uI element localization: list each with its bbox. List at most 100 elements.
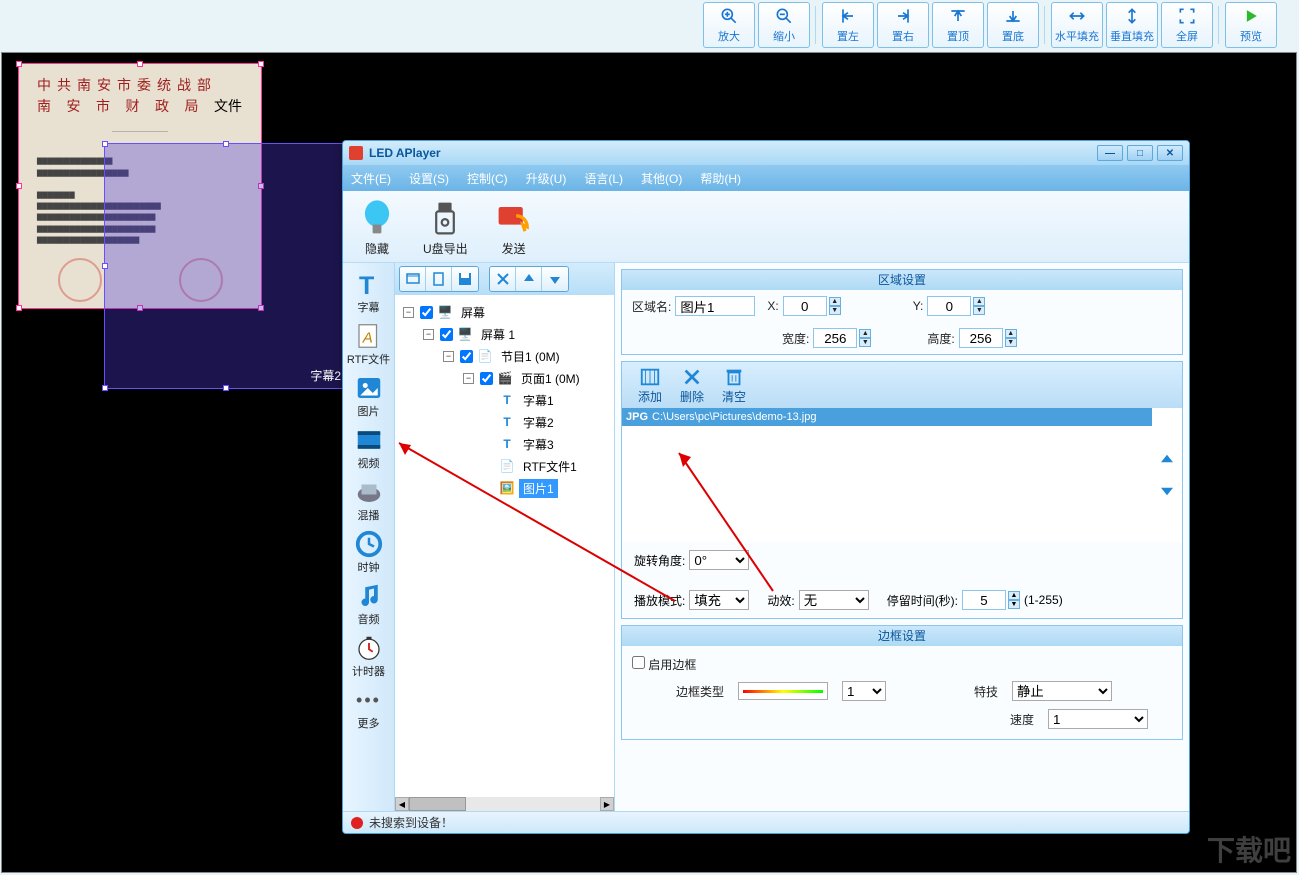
palette-audio[interactable]: 音频 (354, 581, 384, 627)
align-top-button[interactable]: 置顶 (932, 2, 984, 48)
zoom-in-button[interactable]: 放大 (703, 2, 755, 48)
border-type-select[interactable]: 1 (842, 681, 886, 701)
close-button[interactable]: ✕ (1157, 145, 1183, 161)
music-icon (354, 581, 384, 611)
tree-view[interactable]: −🖥️屏幕 −🖥️屏幕 1 −📄节目1 (0M) −🎬页面1 (0M) T字幕1… (395, 295, 614, 797)
svg-text:A: A (361, 329, 372, 346)
menu-language[interactable]: 语言(L) (584, 170, 623, 187)
app-window: LED APlayer — □ ✕ 文件(E) 设置(S) 控制(C) 升级(U… (342, 140, 1190, 834)
fill-horizontal-button[interactable]: 水平填充 (1051, 2, 1103, 48)
align-right-button[interactable]: 置右 (877, 2, 929, 48)
palette-mix[interactable]: 混播 (354, 477, 384, 523)
border-trick-select[interactable]: 静止 (1012, 681, 1112, 701)
mix-icon (354, 477, 384, 507)
subtitle2-label: 字幕2 (310, 367, 341, 384)
x-input[interactable] (783, 296, 827, 316)
x-icon (495, 271, 511, 287)
tree-move-up-button[interactable] (516, 267, 542, 291)
clock-icon (354, 529, 384, 559)
usb-icon (423, 196, 467, 240)
send-button[interactable]: 发送 (492, 196, 536, 257)
palette-image[interactable]: 图片 (354, 373, 384, 419)
tree-save-button[interactable] (452, 267, 478, 291)
border-speed-select[interactable]: 1 (1048, 709, 1148, 729)
fill-h-icon (1067, 6, 1087, 26)
main-toolbar: 隐藏 U盘导出 发送 (343, 191, 1189, 263)
palette-timer[interactable]: 计时器 (352, 633, 385, 679)
tree-delete-button[interactable] (490, 267, 516, 291)
toolbar-divider (815, 6, 817, 44)
mode-select[interactable]: 填充 (689, 590, 749, 610)
align-bottom-icon (1003, 6, 1023, 26)
watermark: 下载吧 (1207, 829, 1291, 869)
delete-icon (681, 366, 703, 388)
palette-subtitle[interactable]: T字幕 (354, 269, 384, 315)
save-icon (457, 271, 473, 287)
dwell-input[interactable] (962, 590, 1006, 610)
enable-border-check[interactable] (632, 656, 645, 669)
tree-check[interactable] (460, 350, 473, 363)
tree-hscroll[interactable]: ◀▶ (395, 797, 614, 811)
align-right-icon (893, 6, 913, 26)
rotate-select[interactable]: 0° (689, 550, 749, 570)
menu-other[interactable]: 其他(O) (641, 170, 682, 187)
add-icon (639, 366, 661, 388)
rtf-icon: A (354, 321, 384, 351)
preview-button[interactable]: 预览 (1225, 2, 1277, 48)
menu-file[interactable]: 文件(E) (351, 170, 391, 187)
menu-settings[interactable]: 设置(S) (409, 170, 449, 187)
statusbar: 未搜索到设备！ (343, 811, 1189, 833)
border-preview (738, 682, 828, 700)
palette-clock[interactable]: 时钟 (354, 529, 384, 575)
tree-check[interactable] (480, 372, 493, 385)
palette-more[interactable]: •••更多 (354, 685, 384, 731)
menubar: 文件(E) 设置(S) 控制(C) 升级(U) 语言(L) 其他(O) 帮助(H… (343, 165, 1189, 191)
bulb-icon (355, 196, 399, 240)
timer-icon (354, 633, 384, 663)
usb-export-button[interactable]: U盘导出 (423, 196, 468, 257)
align-left-button[interactable]: 置左 (822, 2, 874, 48)
zoom-out-button[interactable]: 缩小 (758, 2, 810, 48)
clear-files-button[interactable]: 清空 (722, 366, 746, 405)
maximize-button[interactable]: □ (1127, 145, 1153, 161)
hide-button[interactable]: 隐藏 (355, 196, 399, 257)
menu-upgrade[interactable]: 升级(U) (526, 170, 567, 187)
height-input[interactable] (959, 328, 1003, 348)
selection-box-2[interactable]: 字幕2 (104, 143, 348, 389)
text-icon: T (354, 269, 384, 299)
tree-move-down-button[interactable] (542, 267, 568, 291)
play-icon (1241, 6, 1261, 26)
spin-up[interactable]: ▲ (829, 297, 841, 306)
align-bottom-button[interactable]: 置底 (987, 2, 1039, 48)
tree-new-screen-button[interactable] (400, 267, 426, 291)
toolbar-divider (1218, 6, 1220, 44)
delete-file-button[interactable]: 删除 (680, 366, 704, 405)
send-icon (492, 196, 536, 240)
menu-help[interactable]: 帮助(H) (700, 170, 741, 187)
width-input[interactable] (813, 328, 857, 348)
titlebar[interactable]: LED APlayer — □ ✕ (343, 141, 1189, 165)
y-input[interactable] (927, 296, 971, 316)
effect-select[interactable]: 无 (799, 590, 869, 610)
fill-vertical-button[interactable]: 垂直填充 (1106, 2, 1158, 48)
add-file-button[interactable]: 添加 (638, 366, 662, 405)
tree-check[interactable] (420, 306, 433, 319)
file-row[interactable]: JPGC:\Users\pc\Pictures\demo-13.jpg (622, 408, 1152, 426)
palette-rtf[interactable]: ARTF文件 (347, 321, 390, 367)
zoom-in-icon (719, 6, 739, 26)
tree-new-page-button[interactable] (426, 267, 452, 291)
spin-down[interactable]: ▼ (829, 306, 841, 315)
tree-selected-item[interactable]: 图片1 (519, 479, 558, 498)
menu-control[interactable]: 控制(C) (467, 170, 508, 187)
fill-v-icon (1122, 6, 1142, 26)
minimize-button[interactable]: — (1097, 145, 1123, 161)
area-name-input[interactable] (675, 296, 755, 316)
palette-video[interactable]: 视频 (354, 425, 384, 471)
screen-icon (405, 271, 421, 287)
trash-icon (723, 366, 745, 388)
file-move-up[interactable] (1158, 451, 1176, 469)
tree-check[interactable] (440, 328, 453, 341)
file-list[interactable]: JPGC:\Users\pc\Pictures\demo-13.jpg (622, 408, 1152, 542)
file-move-down[interactable] (1158, 481, 1176, 499)
fullscreen-button[interactable]: 全屏 (1161, 2, 1213, 48)
